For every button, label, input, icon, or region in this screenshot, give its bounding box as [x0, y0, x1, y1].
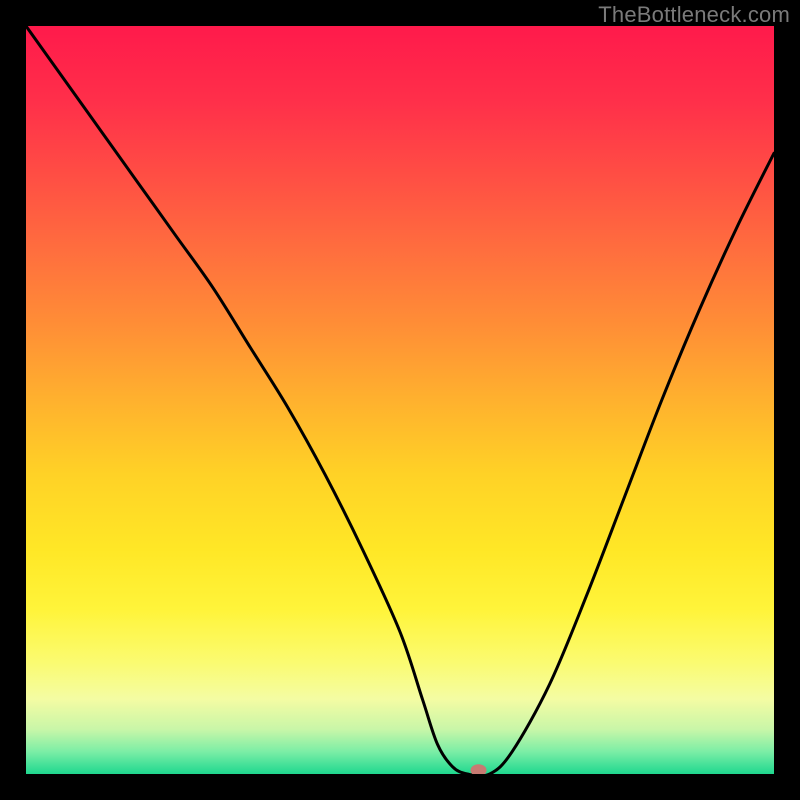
- chart-frame: TheBottleneck.com: [0, 0, 800, 800]
- chart-svg: [26, 26, 774, 774]
- watermark-text: TheBottleneck.com: [598, 2, 790, 28]
- plot-area: [26, 26, 774, 774]
